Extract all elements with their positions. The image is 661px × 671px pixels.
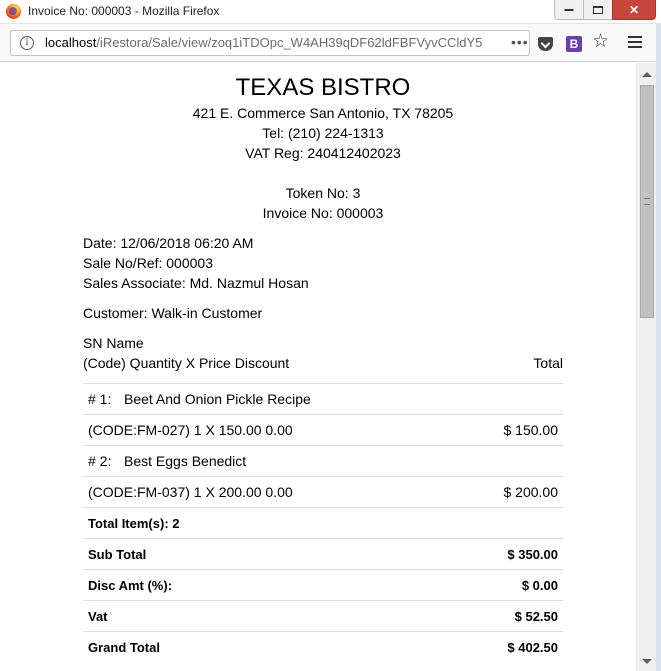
item-name: Beet And Onion Pickle Recipe bbox=[124, 391, 311, 407]
shop-address: 421 E. Commerce San Antonio, TX 78205 bbox=[192, 105, 454, 121]
window-right-edge bbox=[656, 24, 661, 671]
invoice-number: Invoice No: 000003 bbox=[262, 205, 384, 221]
token-number: Token No: 3 bbox=[285, 185, 361, 201]
window-title: Invoice No: 000003 - Mozilla Firefox bbox=[28, 4, 220, 18]
grand-total-label: Grand Total bbox=[83, 631, 453, 663]
bookmark-star-icon[interactable]: ☆ bbox=[592, 32, 609, 52]
site-info-icon[interactable]: i bbox=[20, 36, 34, 50]
maximize-icon bbox=[593, 5, 603, 14]
column-header-total: Total bbox=[533, 355, 563, 371]
window-title-bar: Invoice No: 000003 - Mozilla Firefox ✕ bbox=[0, 0, 661, 24]
grand-total-value: $ 402.50 bbox=[452, 631, 563, 663]
url-path: /iRestora/Sale/view/zoq1iTDOpc_W4AH39qDF… bbox=[96, 35, 483, 50]
url-text[interactable]: localhost/iRestora/Sale/view/zoq1iTDOpc_… bbox=[45, 35, 505, 50]
item-name: Best Eggs Benedict bbox=[124, 453, 247, 469]
vertical-scrollbar[interactable] bbox=[636, 63, 656, 671]
scroll-up-arrow-icon[interactable] bbox=[642, 72, 652, 77]
shop-phone: Tel: (210) 224-1313 bbox=[262, 125, 384, 141]
page-viewport: TEXAS BISTRO 421 E. Commerce San Antonio… bbox=[9, 63, 636, 671]
firefox-logo-icon bbox=[6, 4, 21, 19]
item-detail-row: (CODE:FM-037) 1 X 200.00 0.00 $ 200.00 bbox=[83, 476, 563, 508]
invoice-receipt: TEXAS BISTRO 421 E. Commerce San Antonio… bbox=[83, 71, 563, 663]
discount-row: Disc Amt (%): $ 0.00 bbox=[83, 569, 563, 601]
pocket-icon[interactable] bbox=[538, 37, 553, 51]
close-button[interactable]: ✕ bbox=[612, 0, 656, 20]
item-total: $ 200.00 bbox=[452, 476, 563, 508]
close-icon: ✕ bbox=[628, 2, 640, 17]
sub-total-value: $ 350.00 bbox=[452, 538, 563, 570]
sales-associate: Sales Associate: Md. Nazmul Hosan bbox=[83, 275, 309, 291]
scroll-down-arrow-icon[interactable] bbox=[642, 659, 652, 664]
sub-total-label: Sub Total bbox=[83, 538, 453, 570]
invoice-date: Date: 12/06/2018 06:20 AM bbox=[83, 235, 254, 251]
item-sn: # 1: bbox=[88, 391, 112, 407]
vat-row: Vat $ 52.50 bbox=[83, 600, 563, 632]
item-name-row: # 2: Best Eggs Benedict bbox=[83, 445, 563, 477]
vat-label: Vat bbox=[83, 600, 453, 632]
vat-value: $ 52.50 bbox=[452, 600, 563, 632]
column-header-sn-name: SN Name bbox=[83, 335, 144, 351]
column-header-row: (Code) Quantity X Price Discount Total bbox=[83, 353, 563, 373]
total-items: Total Item(s): 2 bbox=[83, 507, 563, 539]
maximize-button[interactable] bbox=[583, 0, 613, 20]
vat-registration: VAT Reg: 240412402023 bbox=[245, 145, 401, 161]
item-detail: (CODE:FM-037) 1 X 200.00 0.00 bbox=[83, 476, 453, 508]
sub-total-row: Sub Total $ 350.00 bbox=[83, 538, 563, 570]
customer-name: Customer: Walk-in Customer bbox=[83, 305, 263, 321]
minimize-icon bbox=[564, 8, 574, 11]
extension-b-icon[interactable]: B bbox=[566, 36, 582, 52]
shop-name: TEXAS BISTRO bbox=[235, 74, 411, 101]
discount-value: $ 0.00 bbox=[452, 569, 563, 601]
sale-reference: Sale No/Ref: 000003 bbox=[83, 255, 213, 271]
navigation-bar: i localhost/iRestora/Sale/view/zoq1iTDOp… bbox=[0, 24, 661, 62]
item-total: $ 150.00 bbox=[452, 414, 563, 446]
item-detail-row: (CODE:FM-027) 1 X 150.00 0.00 $ 150.00 bbox=[83, 414, 563, 446]
item-sn: # 2: bbox=[88, 453, 112, 469]
item-name-row: # 1: Beet And Onion Pickle Recipe bbox=[83, 383, 563, 415]
url-host: localhost bbox=[45, 35, 97, 50]
column-header-detail: (Code) Quantity X Price Discount bbox=[83, 355, 290, 371]
total-items-row: Total Item(s): 2 bbox=[83, 507, 563, 539]
scrollbar-thumb[interactable] bbox=[640, 85, 654, 318]
page-actions-icon[interactable]: ••• bbox=[511, 34, 529, 50]
item-detail: (CODE:FM-027) 1 X 150.00 0.00 bbox=[83, 414, 453, 446]
url-bar[interactable]: i localhost/iRestora/Sale/view/zoq1iTDOp… bbox=[10, 30, 530, 56]
hamburger-menu-icon[interactable] bbox=[628, 36, 642, 50]
window-left-edge bbox=[0, 62, 9, 671]
minimize-button[interactable] bbox=[554, 0, 584, 20]
items-table: # 1: Beet And Onion Pickle Recipe (CODE:F… bbox=[83, 383, 563, 663]
discount-label: Disc Amt (%): bbox=[83, 569, 453, 601]
grand-total-row: Grand Total $ 402.50 bbox=[83, 631, 563, 663]
